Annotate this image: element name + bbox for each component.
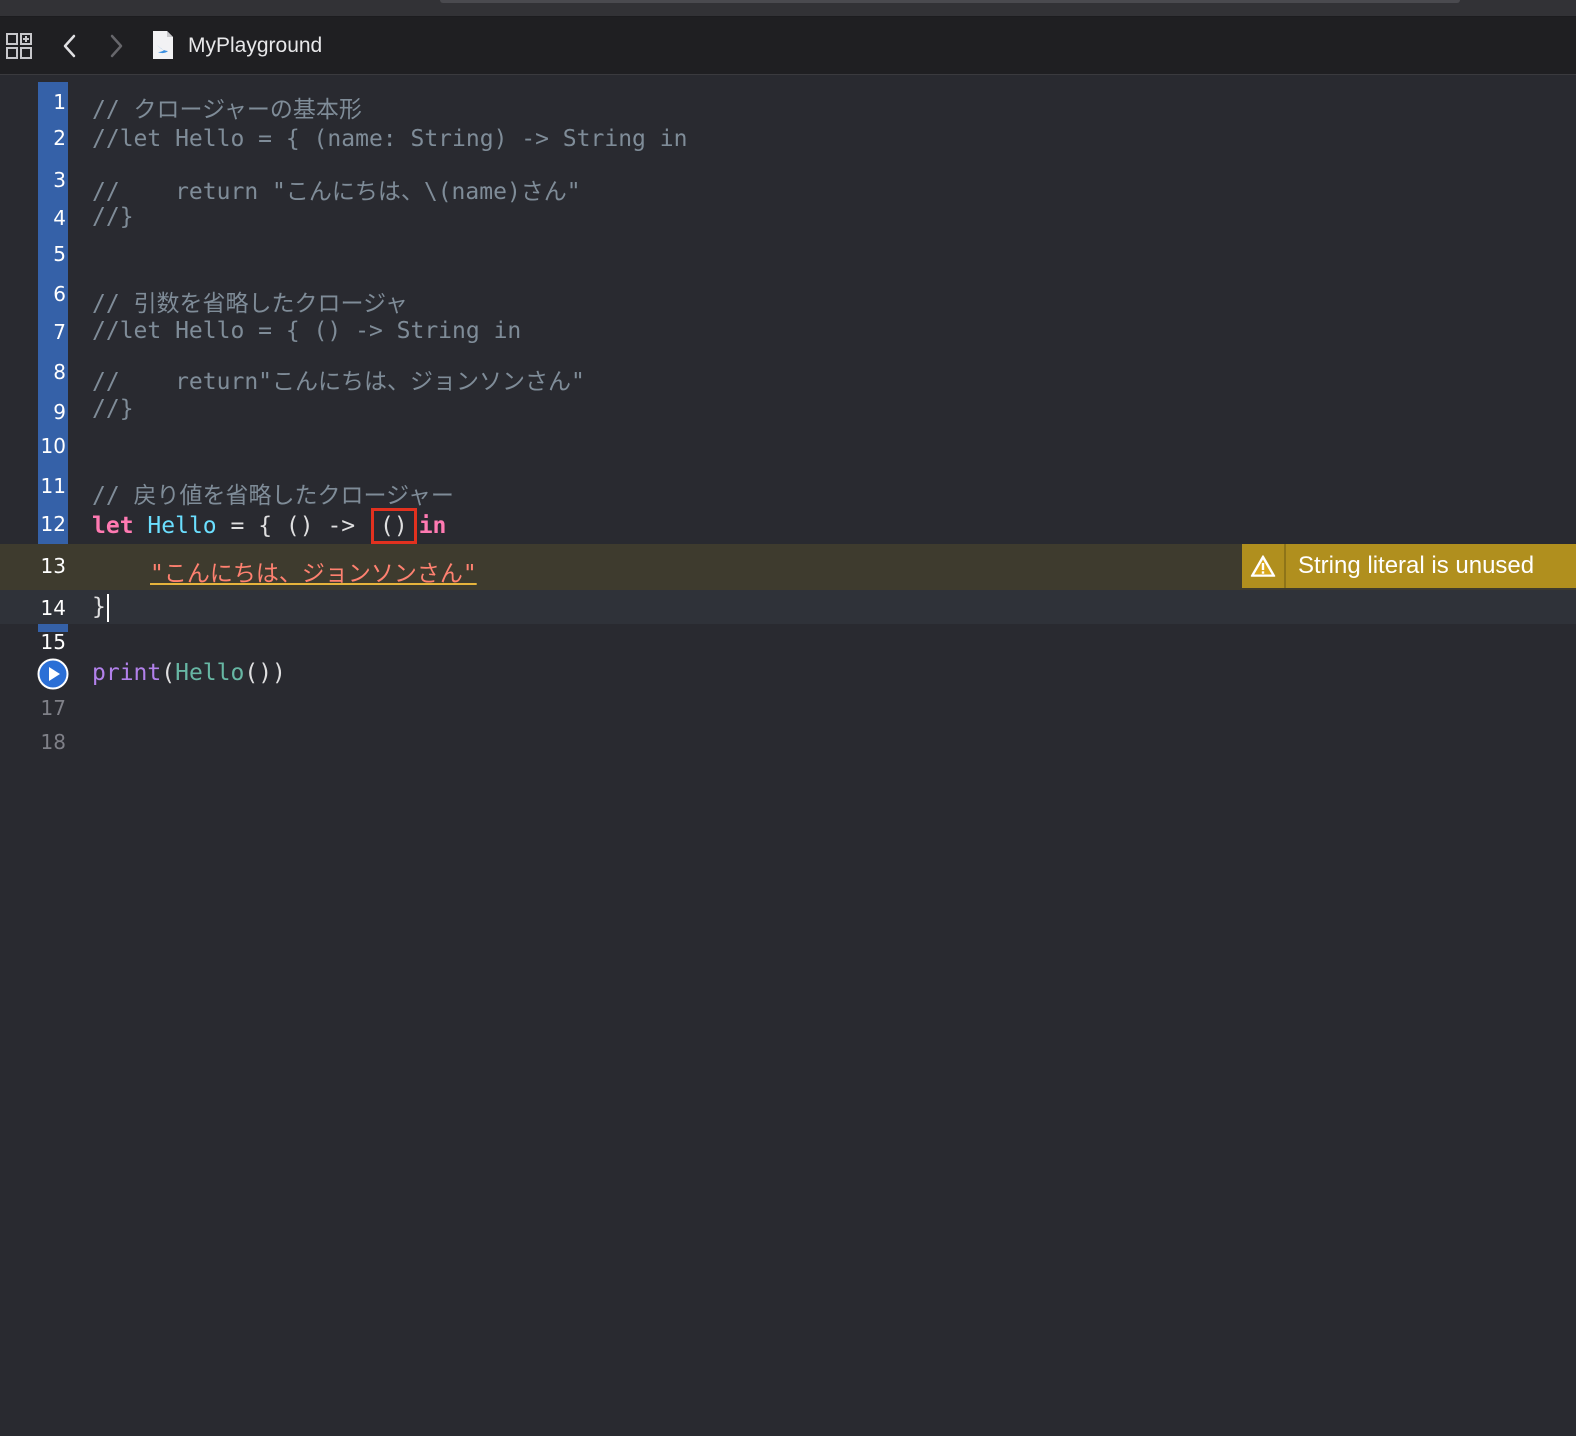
- code-text[interactable]: // 引数を省略したクロージャ: [92, 284, 408, 318]
- code-text[interactable]: print(Hello()): [92, 660, 286, 686]
- closing-brace: }: [92, 594, 106, 620]
- forward-chevron-icon[interactable]: [104, 31, 128, 61]
- code-line-1[interactable]: 1 // クロージャーの基本形: [0, 86, 1576, 124]
- jump-bar: MyPlayground: [0, 17, 1576, 75]
- code-line-10[interactable]: 10: [0, 430, 1576, 466]
- tab-bar-edge: [440, 0, 1460, 3]
- line-number[interactable]: 8: [36, 360, 66, 384]
- line-number[interactable]: 18: [36, 730, 66, 754]
- code-text[interactable]: //}: [92, 396, 134, 422]
- inline-warning-banner[interactable]: String literal is unused: [1242, 544, 1576, 588]
- line-number[interactable]: 6: [36, 282, 66, 306]
- code-line-15[interactable]: 15: [0, 626, 1576, 660]
- line-number[interactable]: 13: [36, 554, 66, 578]
- line-number[interactable]: 7: [36, 320, 66, 344]
- code-line-17[interactable]: 17: [0, 692, 1576, 728]
- identifier-hello: Hello: [147, 513, 217, 539]
- function-print: print: [92, 660, 162, 686]
- code-line-18[interactable]: 18: [0, 726, 1576, 762]
- code-text[interactable]: //let Hello = { () -> String in: [92, 318, 521, 344]
- code-line-14[interactable]: 14 }: [0, 590, 1576, 624]
- code-text[interactable]: //}: [92, 204, 134, 230]
- keyword-let: let: [92, 513, 134, 539]
- warning-triangle-icon: [1242, 544, 1286, 588]
- code-line-2[interactable]: 2 //let Hello = { (name: String) -> Stri…: [0, 122, 1576, 160]
- code-text[interactable]: // return"こんにちは、ジョンソンさん": [92, 362, 585, 396]
- code-line-4[interactable]: 4 //}: [0, 202, 1576, 238]
- code-line-7[interactable]: 7 //let Hello = { () -> String in: [0, 316, 1576, 354]
- text-cursor: [106, 593, 109, 622]
- code-text[interactable]: //let Hello = { (name: String) -> String…: [92, 126, 687, 152]
- return-type-annotation-box: (): [371, 508, 417, 544]
- closure-signature: = { () ->: [230, 513, 356, 539]
- code-line-9[interactable]: 9 //}: [0, 396, 1576, 432]
- code-line-11[interactable]: 11 // 戻り値を省略したクロージャー: [0, 470, 1576, 510]
- code-text[interactable]: }: [92, 590, 109, 624]
- line-number[interactable]: 3: [36, 168, 66, 192]
- line-number[interactable]: 11: [36, 474, 66, 498]
- code-line-12[interactable]: 12 let Hello = { () -> () in: [0, 506, 1576, 546]
- code-text[interactable]: // return "こんにちは、\(name)さん": [92, 172, 581, 206]
- line-number[interactable]: 10: [36, 434, 66, 458]
- run-play-icon[interactable]: [37, 658, 69, 690]
- line-number[interactable]: 12: [36, 512, 66, 536]
- line-number[interactable]: 14: [36, 596, 66, 620]
- line-number[interactable]: 1: [36, 90, 66, 114]
- paren-close: ()): [244, 660, 286, 686]
- code-text[interactable]: // クロージャーの基本形: [92, 90, 362, 124]
- code-text[interactable]: // 戻り値を省略したクロージャー: [92, 476, 454, 510]
- code-line-16[interactable]: print(Hello()): [0, 656, 1576, 694]
- unused-string-literal: "こんにちは、ジョンソンさん": [150, 561, 477, 587]
- file-title[interactable]: MyPlayground: [188, 31, 322, 61]
- line-number[interactable]: 9: [36, 400, 66, 424]
- back-chevron-icon[interactable]: [58, 31, 82, 61]
- code-text[interactable]: "こんにちは、ジョンソンさん": [150, 554, 477, 588]
- line-number[interactable]: 15: [36, 630, 66, 654]
- code-line-6[interactable]: 6 // 引数を省略したクロージャ: [0, 278, 1576, 318]
- window-title-strip: [0, 0, 1576, 17]
- code-line-8[interactable]: 8 // return"こんにちは、ジョンソンさん": [0, 356, 1576, 396]
- identifier-hello-call: Hello: [175, 660, 245, 686]
- swift-file-icon: [150, 29, 176, 61]
- paren-open: (: [161, 660, 176, 686]
- line-number[interactable]: 4: [36, 206, 66, 230]
- line-number[interactable]: 5: [36, 242, 66, 266]
- code-line-3[interactable]: 3 // return "こんにちは、\(name)さん": [0, 164, 1576, 205]
- code-text[interactable]: let Hello = { () -> () in: [92, 508, 446, 544]
- related-items-grid-icon[interactable]: [4, 31, 34, 61]
- warning-message: String literal is unused: [1298, 552, 1535, 579]
- line-number[interactable]: 2: [36, 126, 66, 150]
- code-line-5[interactable]: 5: [0, 238, 1576, 274]
- keyword-in: in: [418, 513, 447, 539]
- line-number[interactable]: 17: [36, 696, 66, 720]
